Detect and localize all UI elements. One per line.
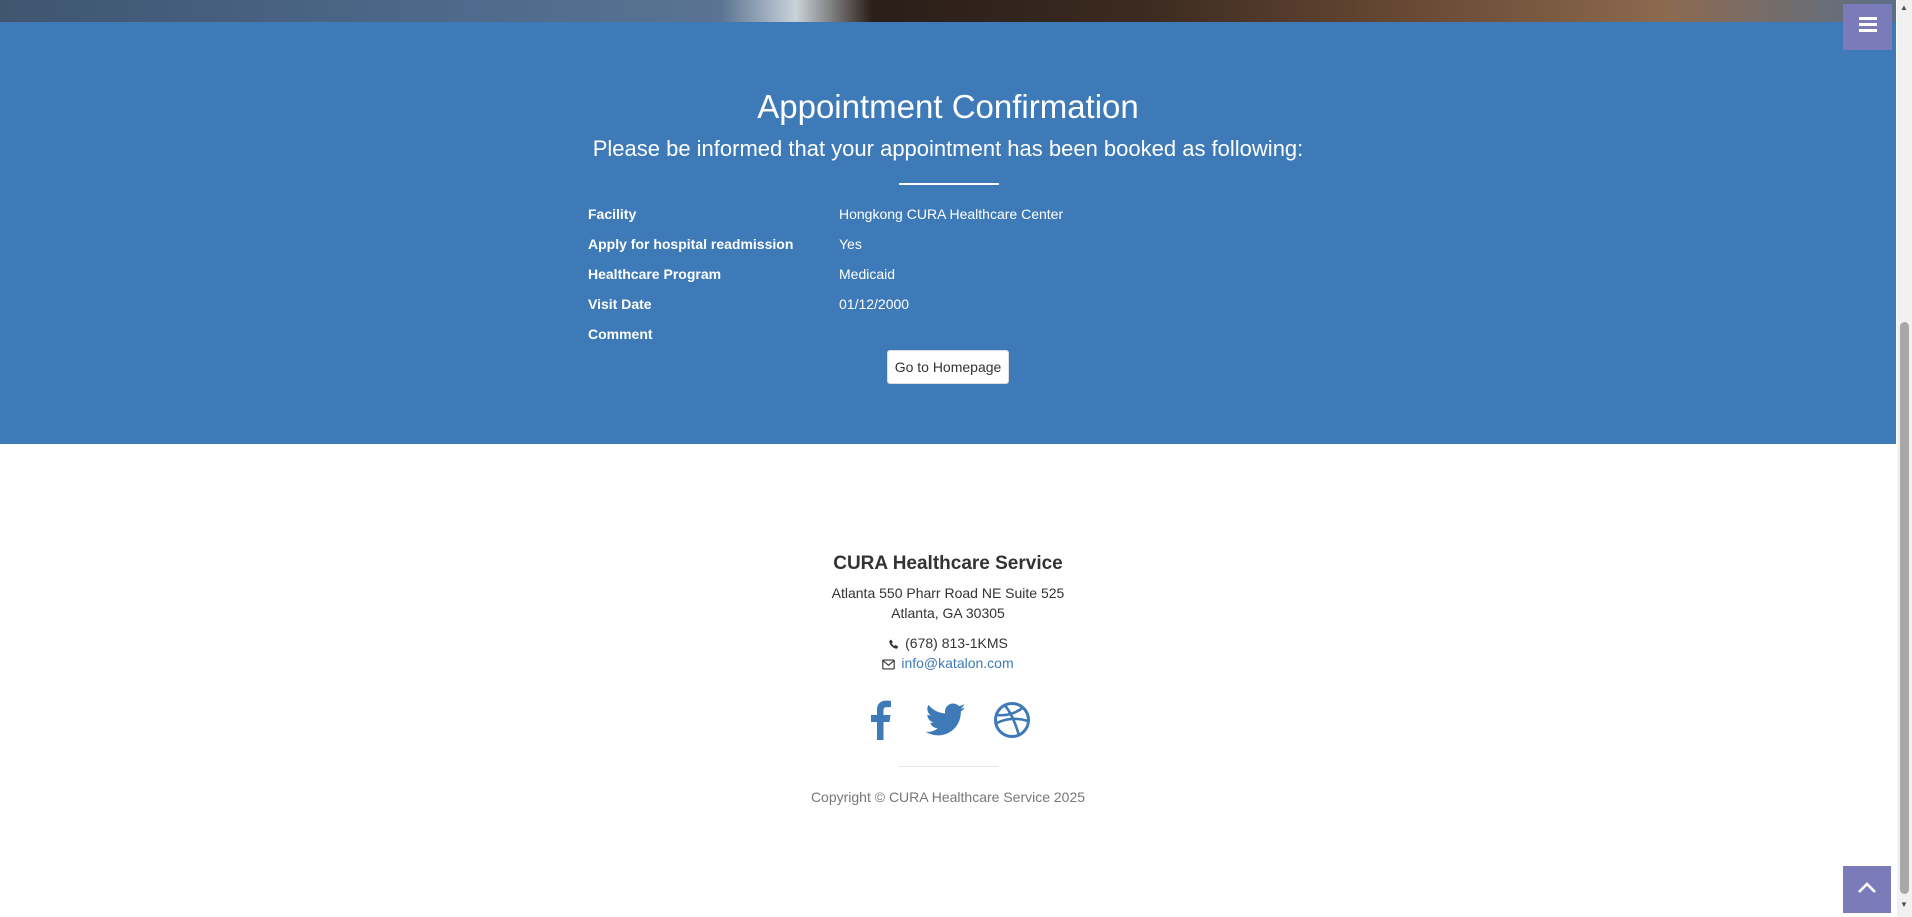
go-to-homepage-button[interactable]: Go to Homepage (887, 350, 1009, 384)
header-background-image (0, 0, 1896, 22)
dribbble-icon (993, 701, 1031, 744)
confirmation-title: Appointment Confirmation (757, 88, 1139, 125)
facebook-icon (868, 700, 892, 745)
page-scrollbar[interactable]: ▲ ▼ (1897, 0, 1912, 917)
facebook-link[interactable] (858, 700, 902, 744)
program-value: Medicaid (839, 266, 896, 282)
title-divider (899, 183, 999, 185)
phone-text: (678) 813-1KMS (905, 635, 1008, 651)
copyright-text: Copyright © CURA Healthcare Service 2025 (810, 789, 1086, 805)
scroll-up-arrow-icon[interactable]: ▲ (1900, 3, 1908, 12)
menu-icon (1858, 17, 1877, 37)
phone-icon (888, 635, 905, 651)
twitter-link[interactable] (924, 700, 968, 744)
visit-date-label: Visit Date (588, 296, 652, 312)
appointment-confirmation-section: Appointment Confirmation Please be infor… (0, 22, 1896, 444)
comment-label: Comment (588, 326, 653, 342)
scrollbar-thumb[interactable] (1900, 322, 1909, 894)
envelope-icon (882, 655, 901, 671)
readmission-label: Apply for hospital readmission (588, 236, 794, 252)
dribbble-link[interactable] (990, 700, 1034, 744)
footer-divider (899, 766, 999, 767)
confirmation-subtitle: Please be informed that your appointment… (592, 136, 1304, 161)
menu-toggle-button[interactable] (1843, 4, 1892, 50)
scroll-down-arrow-icon[interactable]: ▼ (1900, 900, 1908, 909)
phone-row: (678) 813-1KMS (0, 635, 1896, 651)
chevron-up-icon (1857, 881, 1877, 899)
scroll-to-top-button[interactable] (1843, 866, 1891, 913)
facility-label: Facility (588, 206, 637, 222)
footer-title: CURA Healthcare Service (833, 553, 1063, 574)
address-line-1: Atlanta 550 Pharr Road NE Suite 525 (831, 585, 1065, 601)
visit-date-value: 01/12/2000 (839, 296, 910, 312)
email-link[interactable]: info@katalon.com (901, 655, 1013, 671)
email-row: info@katalon.com (0, 655, 1896, 671)
twitter-icon (925, 703, 966, 742)
program-label: Healthcare Program (588, 266, 722, 282)
facility-value: Hongkong CURA Healthcare Center (839, 206, 1064, 222)
address-line-2: Atlanta, GA 30305 (891, 605, 1005, 621)
readmission-value: Yes (839, 236, 862, 252)
